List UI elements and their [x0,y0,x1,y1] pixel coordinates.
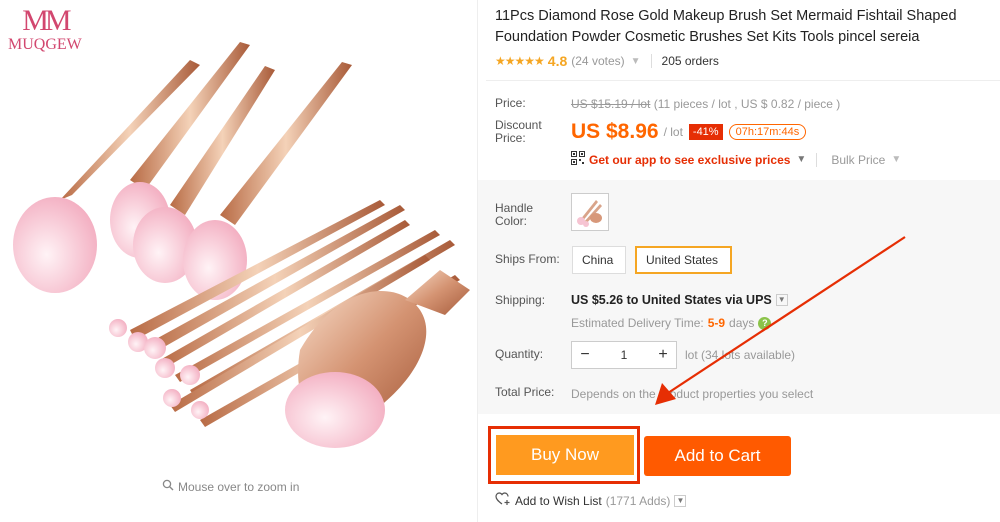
wish-list-count: (1771 Adds) [605,493,671,508]
discount-label-line2: Price: [495,131,526,145]
ship-from-china[interactable]: China [572,246,626,274]
buy-now-button[interactable]: Buy Now [496,435,634,475]
zoom-hint: Mouse over to zoom in [162,479,299,494]
ships-from-label: Ships From: [495,252,560,266]
increment-button[interactable]: + [650,346,676,364]
quantity-input[interactable]: 1 [598,348,650,362]
price-label: Price: [495,96,526,110]
decrement-button[interactable]: − [572,346,598,364]
help-icon[interactable]: ? [758,316,772,330]
product-gallery: MM MUQGEW Mouse over to zoom in [0,0,478,522]
handle-color-swatch[interactable] [571,193,609,231]
magnifier-icon [162,479,174,494]
votes-link[interactable]: (24 votes) [571,54,624,68]
product-title: 11Pcs Diamond Rose Gold Makeup Brush Set… [495,8,957,45]
handle-label-line2: Color: [495,214,528,228]
handle-color-label: Handle Color: [495,202,533,228]
orders-count: 205 orders [661,54,719,68]
wish-list-label[interactable]: Add to Wish List [515,494,602,508]
heart-plus-icon[interactable] [495,492,511,509]
eta-days: 5-9 [707,316,726,330]
eta-prefix: Estimated Delivery Time: [571,316,704,330]
bulk-price-link[interactable]: Bulk Price [831,153,885,167]
product-image[interactable] [0,30,478,470]
total-price-label: Total Price: [495,385,555,399]
chevron-down-icon[interactable]: ▼ [631,56,641,67]
product-details: 11Pcs Diamond Rose Gold Makeup Brush Set… [478,0,1000,522]
eta-suffix: days [729,316,755,330]
discount-price-label: Discount Price: [495,119,542,145]
shipping-value: US $5.26 to United States via UPS ▼ [571,293,788,307]
discount-price-row: US $8.96 / lot -41% 07h:17m:44s [571,120,807,144]
per-lot-unit: / lot [663,125,683,139]
app-promo-row: Get our app to see exclusive prices ▼ Bu… [571,151,901,168]
divider [650,54,652,68]
qr-code-icon [571,151,585,168]
mermaid-brush [285,270,470,448]
rating-stars: ★★★★★ [495,54,545,68]
chevron-down-icon[interactable]: ▼ [891,154,901,165]
wish-list-row[interactable]: Add to Wish List (1771 Adds) ▼ [495,492,687,509]
shipping-method: US $5.26 to United States via UPS [571,293,772,307]
chevron-down-icon[interactable]: ▼ [674,494,687,507]
quantity-stepper: − 1 + [571,341,677,369]
divider [486,80,1000,81]
chevron-down-icon[interactable]: ▼ [775,294,788,306]
rating-score: 4.8 [547,53,568,69]
zoom-hint-text: Mouse over to zoom in [178,479,300,494]
rating-row: ★★★★★ 4.8 (24 votes) ▼ 205 orders [495,53,719,69]
delivery-estimate: Estimated Delivery Time: 5-9 days ? [571,316,772,330]
original-price-value: US $15.19 / lot [571,97,651,111]
chevron-down-icon[interactable]: ▼ [796,154,806,165]
countdown-timer: 07h:17m:44s [728,124,807,140]
total-price-note: Depends on the product properties you se… [571,387,814,401]
divider [816,152,818,167]
add-to-cart-button[interactable]: Add to Cart [644,436,791,476]
discount-badge: -41% [688,124,723,140]
availability-text: lot (34 lots available) [685,348,796,362]
ship-from-united-states[interactable]: United States [635,246,732,274]
discount-price: US $8.96 [571,120,659,143]
quantity-label: Quantity: [495,347,544,361]
original-price-note: (11 pieces / lot , US $ 0.82 / piece ) [653,97,841,111]
app-exclusive-link[interactable]: Get our app to see exclusive prices [589,153,790,167]
shipping-label: Shipping: [495,293,546,307]
original-price: US $15.19 / lot (11 pieces / lot , US $ … [571,97,840,111]
